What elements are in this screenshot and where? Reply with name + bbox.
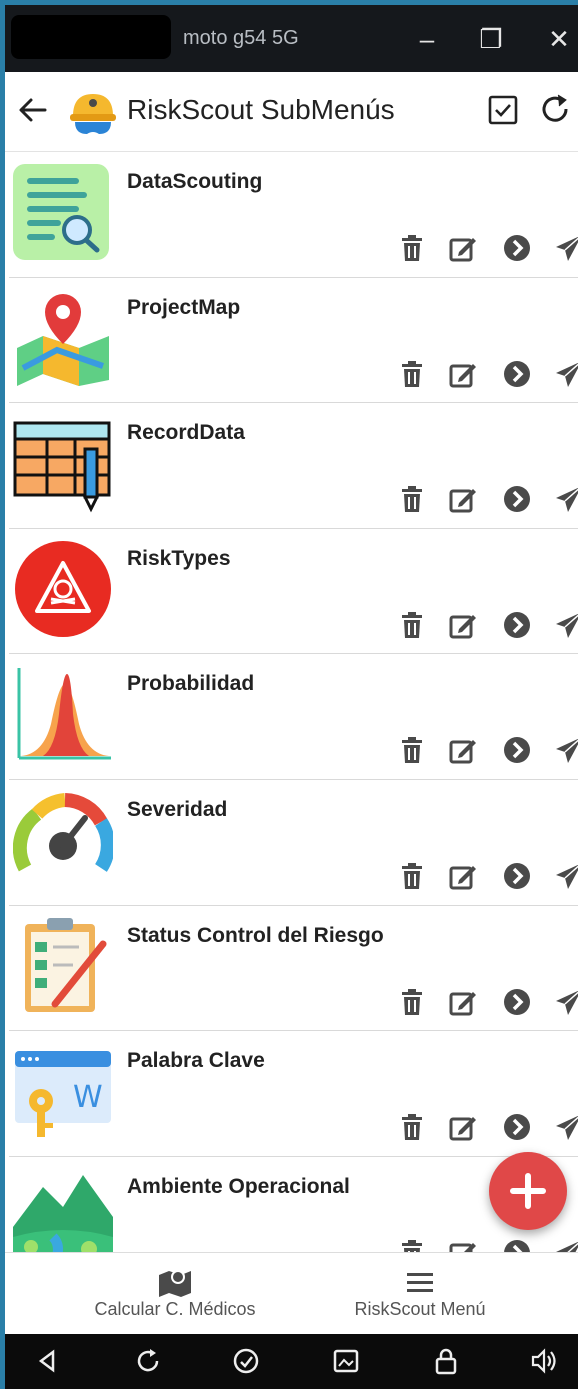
list-item[interactable]: Severidad xyxy=(9,780,578,906)
rotate-icon[interactable] xyxy=(133,1346,163,1376)
item-title: Status Control del Riesgo xyxy=(127,923,384,947)
item-title: Probabilidad xyxy=(127,672,255,696)
list-item[interactable]: ProjectMap xyxy=(9,278,578,404)
trash-icon[interactable] xyxy=(398,360,426,388)
send-icon[interactable] xyxy=(555,360,578,388)
bottom-navigation: Calcular C. Médicos RiskScout Menú xyxy=(5,1252,578,1334)
trash-icon[interactable] xyxy=(398,988,426,1016)
chevron-circle-icon[interactable] xyxy=(503,736,531,764)
svg-text:W: W xyxy=(73,1080,103,1115)
window-title-bar: moto g54 5G – ❐ ✕ xyxy=(5,5,578,72)
chevron-circle-icon[interactable] xyxy=(503,360,531,388)
send-icon[interactable] xyxy=(555,736,578,764)
nav-calcular-label: Calcular C. Médicos xyxy=(94,1299,256,1319)
list-item[interactable]: Status Control del Riesgo xyxy=(9,906,578,1032)
send-icon[interactable] xyxy=(555,988,578,1016)
send-icon[interactable] xyxy=(555,234,578,262)
edit-icon[interactable] xyxy=(449,234,477,262)
minimize-button[interactable]: – xyxy=(407,19,447,59)
item-title: ProjectMap xyxy=(127,295,241,319)
edit-icon[interactable] xyxy=(449,611,477,639)
clipboard-check-icon xyxy=(25,917,107,1012)
volume-icon[interactable] xyxy=(529,1346,559,1376)
hazard-skull-icon xyxy=(15,540,111,637)
device-name: moto g54 5G xyxy=(183,27,299,49)
send-icon[interactable] xyxy=(555,1113,578,1141)
edit-icon[interactable] xyxy=(449,736,477,764)
send-icon[interactable] xyxy=(555,485,578,513)
key-window-icon: W xyxy=(15,1051,111,1138)
checkbox-icon[interactable] xyxy=(485,92,521,128)
trash-icon[interactable] xyxy=(398,862,426,890)
close-button[interactable]: ✕ xyxy=(539,19,578,59)
chevron-circle-icon[interactable] xyxy=(503,1113,531,1141)
item-title: RiskTypes xyxy=(127,546,231,570)
plus-icon xyxy=(510,1173,546,1209)
refresh-icon[interactable] xyxy=(537,92,573,128)
trash-icon[interactable] xyxy=(398,485,426,513)
add-button[interactable] xyxy=(489,1152,567,1230)
send-icon[interactable] xyxy=(555,611,578,639)
edit-icon[interactable] xyxy=(449,988,477,1016)
chevron-circle-icon[interactable] xyxy=(503,485,531,513)
app-bar: RiskScout SubMenús xyxy=(5,72,578,152)
item-title: Ambiente Operacional xyxy=(127,1174,350,1198)
chevron-circle-icon[interactable] xyxy=(503,234,531,262)
trash-icon[interactable] xyxy=(398,234,426,262)
edit-icon[interactable] xyxy=(449,485,477,513)
app-screen: RiskScout SubMenús DataScouting ProjectM… xyxy=(5,72,578,1334)
page-title: RiskScout SubMenús xyxy=(127,94,395,125)
trash-icon[interactable] xyxy=(398,1113,426,1141)
list-item[interactable]: RecordData xyxy=(9,403,578,529)
nav-calcular[interactable]: Calcular C. Médicos xyxy=(65,1253,285,1335)
edit-icon[interactable] xyxy=(449,862,477,890)
item-title: Palabra Clave xyxy=(127,1049,265,1073)
chevron-circle-icon[interactable] xyxy=(503,862,531,890)
item-title: RecordData xyxy=(127,421,245,445)
trash-icon[interactable] xyxy=(398,736,426,764)
submenu-list: DataScouting ProjectMap RecordData RiskT… xyxy=(5,152,578,1283)
map-pin-icon xyxy=(17,293,109,386)
nav-riskscout-menu[interactable]: RiskScout Menú xyxy=(315,1253,525,1335)
back-triangle-icon[interactable] xyxy=(33,1346,63,1376)
map-icon xyxy=(159,1270,191,1297)
chevron-circle-icon[interactable] xyxy=(503,611,531,639)
document-search-icon xyxy=(13,164,109,260)
trash-icon[interactable] xyxy=(398,611,426,639)
redacted-area xyxy=(11,15,171,59)
arrow-left-icon[interactable] xyxy=(13,90,53,130)
gauge-icon xyxy=(13,792,113,872)
auto-rotate-icon[interactable] xyxy=(231,1346,261,1376)
hamburger-icon xyxy=(407,1273,433,1292)
system-navigation-bar xyxy=(5,1334,578,1389)
nav-riskscout-label: RiskScout Menú xyxy=(354,1299,486,1319)
hard-hat-icon xyxy=(70,94,116,134)
table-pen-icon xyxy=(13,421,111,513)
edit-icon[interactable] xyxy=(449,360,477,388)
item-title: DataScouting xyxy=(127,170,263,193)
distribution-chart-icon xyxy=(17,668,111,760)
chevron-circle-icon[interactable] xyxy=(503,988,531,1016)
list-item[interactable]: RiskTypes xyxy=(9,529,578,655)
send-icon[interactable] xyxy=(555,862,578,890)
restore-button[interactable]: ❐ xyxy=(471,19,511,59)
lock-icon[interactable] xyxy=(431,1346,461,1376)
list-item[interactable]: Probabilidad xyxy=(9,654,578,780)
list-item[interactable]: DataScouting xyxy=(9,152,578,278)
screenshot-icon[interactable] xyxy=(331,1346,361,1376)
list-item[interactable]: W Palabra Clave xyxy=(9,1031,578,1157)
edit-icon[interactable] xyxy=(449,1113,477,1141)
item-title: Severidad xyxy=(127,797,228,821)
